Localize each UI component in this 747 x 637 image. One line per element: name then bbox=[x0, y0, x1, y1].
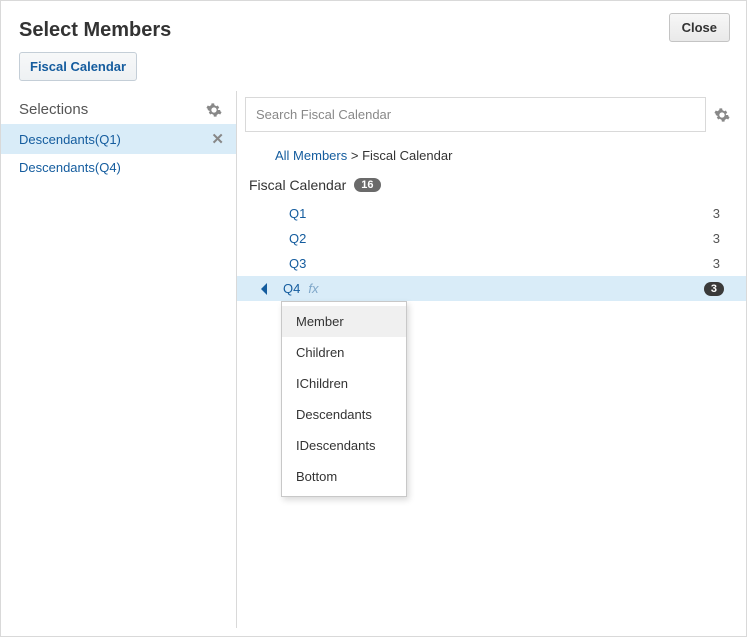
menu-item-member[interactable]: Member bbox=[282, 306, 406, 337]
dialog-header: Select Members Close bbox=[1, 1, 746, 50]
search-row bbox=[245, 97, 730, 132]
remove-selection-icon[interactable]: ✕ bbox=[211, 130, 224, 148]
tree-row[interactable]: Q2 3 bbox=[245, 226, 730, 251]
tree-row[interactable]: Q1 3 bbox=[245, 201, 730, 226]
dialog-title: Select Members bbox=[19, 19, 171, 42]
count-badge: 16 bbox=[354, 178, 380, 192]
selection-item[interactable]: Descendants(Q1) ✕ bbox=[1, 124, 236, 154]
dimension-button[interactable]: Fiscal Calendar bbox=[19, 52, 137, 81]
fx-icon[interactable]: fx bbox=[308, 281, 318, 296]
selections-header: Selections bbox=[1, 95, 236, 124]
menu-item-idescendants[interactable]: IDescendants bbox=[282, 430, 406, 461]
gear-icon[interactable] bbox=[714, 107, 730, 123]
menu-item-children[interactable]: Children bbox=[282, 337, 406, 368]
gear-icon[interactable] bbox=[206, 102, 222, 118]
member-label[interactable]: Q2 bbox=[289, 231, 306, 246]
count-badge: 3 bbox=[704, 282, 724, 296]
menu-item-bottom[interactable]: Bottom bbox=[282, 461, 406, 492]
member-label[interactable]: Q3 bbox=[289, 256, 306, 271]
selection-item[interactable]: Descendants(Q4) bbox=[1, 154, 236, 181]
selections-title: Selections bbox=[19, 101, 88, 118]
function-menu: Member Children IChildren Descendants ID… bbox=[281, 301, 407, 497]
member-count: 3 bbox=[713, 206, 724, 221]
select-members-dialog: Select Members Close Fiscal Calendar Sel… bbox=[0, 0, 747, 637]
tree-row-selected[interactable]: Q4 fx 3 bbox=[237, 276, 746, 301]
member-label[interactable]: Q4 bbox=[283, 281, 300, 296]
member-count: 3 bbox=[713, 256, 724, 271]
selections-sidebar: Selections Descendants(Q1) ✕ Descendants… bbox=[1, 91, 236, 636]
tree-row[interactable]: Q3 3 bbox=[245, 251, 730, 276]
selection-label: Descendants(Q1) bbox=[19, 132, 121, 147]
chevron-left-icon[interactable] bbox=[259, 283, 269, 295]
menu-item-descendants[interactable]: Descendants bbox=[282, 399, 406, 430]
breadcrumb-link[interactable]: All Members bbox=[275, 148, 347, 163]
close-button[interactable]: Close bbox=[669, 13, 730, 42]
breadcrumb-separator: > bbox=[351, 148, 359, 163]
tree-root-header: Fiscal Calendar 16 bbox=[245, 173, 730, 201]
breadcrumb: All Members > Fiscal Calendar bbox=[245, 144, 730, 173]
member-label[interactable]: Q1 bbox=[289, 206, 306, 221]
search-input[interactable] bbox=[245, 97, 706, 132]
tree-root-label: Fiscal Calendar bbox=[249, 177, 346, 193]
selection-label: Descendants(Q4) bbox=[19, 160, 121, 175]
menu-item-ichildren[interactable]: IChildren bbox=[282, 368, 406, 399]
breadcrumb-current: Fiscal Calendar bbox=[362, 148, 452, 163]
member-count: 3 bbox=[713, 231, 724, 246]
dimension-button-row: Fiscal Calendar bbox=[1, 50, 746, 91]
